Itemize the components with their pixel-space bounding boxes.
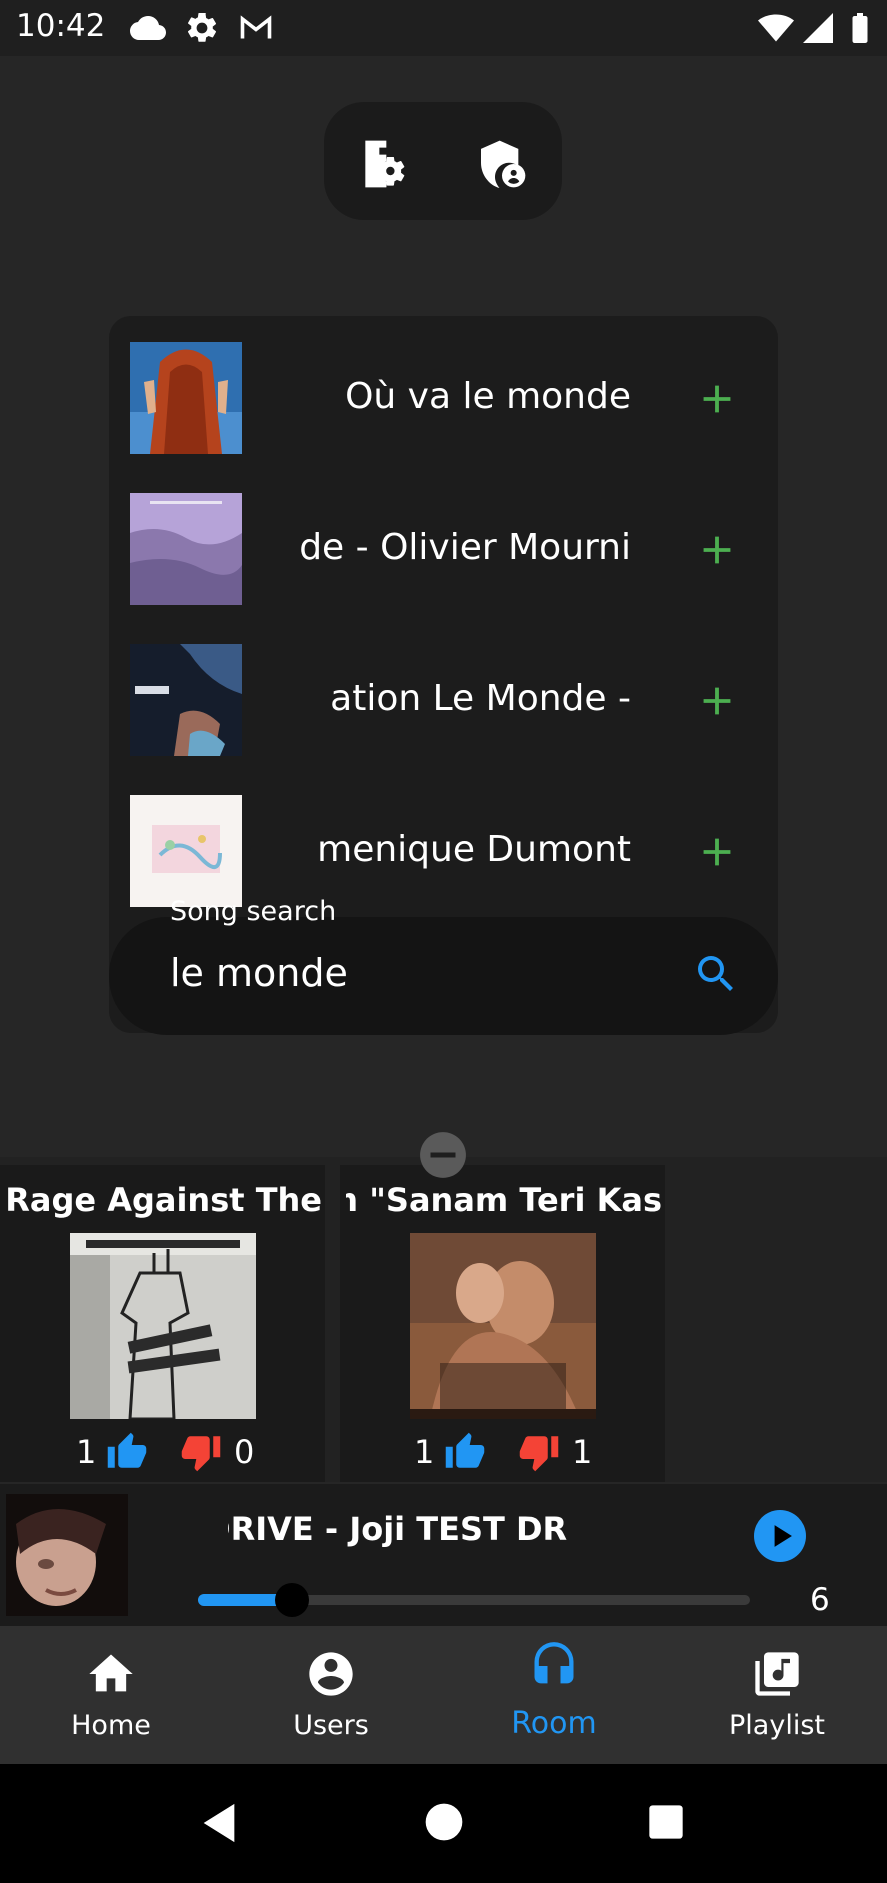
room-settings-icon[interactable] [356,136,412,192]
cloud-icon [130,15,166,40]
result-title: menique Dumont [317,829,631,870]
dislike-count: 1 [572,1433,593,1471]
now-playing-title-container: ST DRIVE - Joji TEST DR [228,1510,640,1560]
nav-item-users[interactable]: Users [220,1626,442,1764]
queue-song-card[interactable]: om "Sanam Teri Kas 1 1 [340,1165,665,1482]
album-cover [410,1233,596,1419]
nav-label-playlist: Playlist [729,1710,825,1741]
recents-icon[interactable] [646,1802,686,1842]
album-cover-thumbnail [130,644,242,756]
queue-title-container: / - Rage Against The [6,1181,322,1225]
battery-icon [852,13,868,43]
search-field-label: Song search [170,896,337,927]
result-title-container: de - Olivier Mourni [301,527,631,579]
search-result-item[interactable]: ation Le Monde - [109,618,778,769]
nav-item-home[interactable]: Home [0,1626,222,1764]
user-account-icon [309,1652,353,1696]
like-count: 1 [414,1433,435,1471]
thumb-up-icon[interactable] [444,1431,486,1473]
result-title-container: menique Dumont [301,829,631,881]
play-icon[interactable] [754,1510,806,1562]
settings-gear-icon [187,12,217,42]
now-playing-title: ST DRIVE - Joji TEST DR [228,1510,568,1548]
search-icon[interactable] [692,950,740,998]
headphones-icon [534,1642,574,1684]
add-icon[interactable] [694,527,740,573]
queue-song-card[interactable]: / - Rage Against The 1 0 [0,1165,325,1482]
queue-song-title: / - Rage Against The [6,1181,322,1219]
add-icon[interactable] [694,376,740,422]
vote-row: 1 0 [0,1427,325,1477]
result-title-container: Où va le monde [301,376,631,428]
thumb-up-icon[interactable] [106,1431,148,1473]
nav-label-room: Room [511,1706,597,1741]
nav-label-users: Users [293,1710,369,1741]
add-icon[interactable] [694,829,740,875]
home-icon [89,1654,133,1692]
nav-item-room[interactable]: Room [443,1626,665,1764]
album-cover-thumbnail [130,342,242,454]
wifi-icon [758,14,794,42]
bottom-navigation: Home Users Room Playlist [0,1626,887,1764]
result-title: de - Olivier Mourni [301,527,631,568]
playlist-icon [755,1652,799,1696]
system-navigation-bar [0,1764,887,1883]
song-queue: / - Rage Against The 1 0 [0,1157,887,1482]
nav-item-playlist[interactable]: Playlist [666,1626,887,1764]
playback-progress-handle[interactable] [275,1583,309,1617]
home-circle-icon[interactable] [424,1802,464,1842]
vote-row: 1 1 [340,1427,665,1477]
dislike-count: 0 [234,1433,255,1471]
status-time: 10:42 [16,8,106,44]
album-cover-thumbnail [130,493,242,605]
album-cover [70,1233,256,1419]
gmail-icon [240,15,272,39]
album-cover-thumbnail [130,795,242,907]
cellular-signal-icon [803,13,833,43]
now-playing-cover [6,1494,128,1616]
like-count: 1 [76,1433,97,1471]
thumb-down-icon[interactable] [518,1431,560,1473]
result-title-container: ation Le Monde - [301,678,631,730]
queue-title-container: om "Sanam Teri Kas [346,1181,662,1225]
search-result-item[interactable]: de - Olivier Mourni [109,467,778,618]
admin-actions-pill [324,102,562,220]
queue-song-title: om "Sanam Teri Kas [346,1181,662,1219]
now-playing-count: 6 [810,1582,830,1618]
result-title: Où va le monde [345,376,631,417]
remove-circle-icon[interactable] [418,1130,468,1180]
admin-shield-icon[interactable] [474,136,530,192]
thumb-down-icon[interactable] [180,1431,222,1473]
song-search-input[interactable] [170,945,650,1001]
back-icon[interactable] [196,1800,242,1846]
nav-label-home: Home [71,1710,151,1741]
search-result-item[interactable]: Où va le monde [109,316,778,467]
result-title: ation Le Monde - [330,678,631,719]
add-icon[interactable] [694,678,740,724]
